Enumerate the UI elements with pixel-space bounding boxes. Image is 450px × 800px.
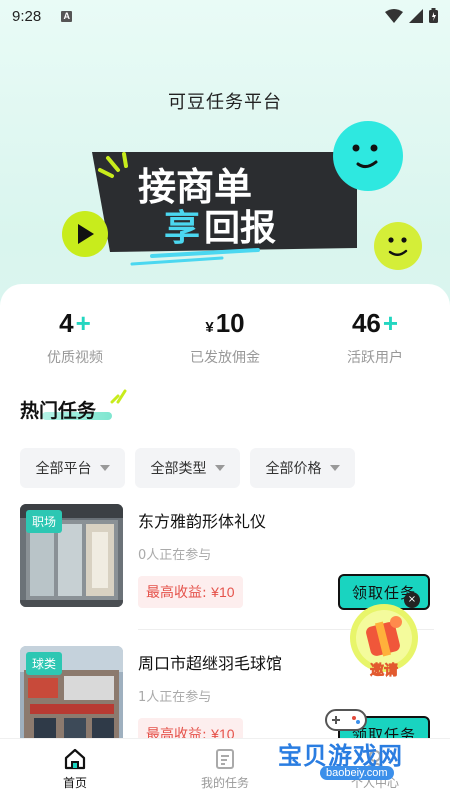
- status-icons: [385, 8, 438, 23]
- filter-type[interactable]: 全部类型: [135, 448, 240, 488]
- filter-label: 全部价格: [265, 461, 322, 477]
- plus-icon: +: [75, 308, 91, 338]
- filter-price[interactable]: 全部价格: [250, 448, 355, 488]
- stat-value: 4 +: [59, 308, 91, 339]
- lime-smiley-icon: [374, 222, 422, 270]
- caret-down-icon: [214, 465, 225, 471]
- currency-symbol: ¥: [205, 319, 214, 336]
- banner-line2-b: 回报: [204, 208, 276, 249]
- task-earnings: 最高收益: ¥10: [138, 576, 243, 608]
- stat-value-number: 10: [215, 308, 245, 338]
- caret-down-icon: [99, 465, 110, 471]
- task-thumbnail: 球类: [20, 646, 123, 749]
- stat-value: 46 +: [352, 308, 398, 339]
- stat-label: 活跃用户: [347, 350, 403, 366]
- promo-banner: 接商单 享 回报: [62, 118, 422, 283]
- nav-label: 首页: [62, 776, 87, 790]
- section-title: 热门任务: [20, 400, 97, 422]
- task-thumbnail: 职场: [20, 504, 123, 607]
- banner-line2-a: 享: [164, 208, 200, 249]
- task-participants: 1人正在参与: [138, 690, 212, 705]
- task-name: 周口市超继羽毛球馆: [138, 654, 283, 673]
- stat-label: 优质视频: [47, 350, 103, 366]
- signal-icon: [409, 8, 423, 23]
- plus-icon: +: [382, 308, 399, 338]
- invite-float-button[interactable]: × 邀请: [348, 592, 420, 680]
- cyan-smiley-icon: [333, 121, 403, 191]
- home-icon: [64, 748, 86, 770]
- earn-amount: ¥10: [211, 584, 235, 600]
- task-tag: 球类: [26, 652, 63, 675]
- stat-videos: 4 + 优质视频: [0, 308, 150, 367]
- task-name: 东方雅韵形体礼仪: [138, 512, 267, 531]
- earn-label: 最高收益:: [146, 585, 207, 601]
- filter-label: 全部平台: [35, 461, 92, 477]
- nav-label: 我的任务: [200, 776, 249, 790]
- notification-icon: A: [61, 10, 73, 22]
- task-participants: 0人正在参与: [138, 548, 212, 563]
- sparkle-icon: [110, 389, 127, 404]
- caret-down-icon: [329, 465, 340, 471]
- filter-label: 全部类型: [150, 461, 207, 477]
- banner-line1: 接商单: [138, 165, 252, 209]
- status-bar: 9:28 A: [0, 0, 450, 32]
- filter-platform[interactable]: 全部平台: [20, 448, 125, 488]
- gamepad-icon: [325, 709, 367, 731]
- watermark: 宝贝游戏网 baobeiy.com: [272, 709, 432, 792]
- stats-row: 4 + 优质视频 ¥ 10 已发放佣金 46 + 活跃用户: [0, 308, 450, 367]
- filter-bar: 全部平台 全部类型 全部价格: [20, 448, 355, 488]
- stat-commission: ¥ 10 已发放佣金: [150, 308, 300, 367]
- page-title: 可豆任务平台: [168, 92, 282, 113]
- task-list-icon: [216, 749, 234, 769]
- close-icon[interactable]: ×: [404, 592, 420, 608]
- watermark-url: baobeiy.com: [320, 766, 394, 780]
- stat-value: ¥ 10: [205, 308, 244, 339]
- task-tag: 职场: [26, 510, 63, 533]
- stat-label: 已发放佣金: [190, 350, 260, 366]
- wifi-icon: [385, 8, 403, 23]
- banner-graphic: 接商单 享 回报: [62, 121, 422, 270]
- status-time: 9:28: [12, 7, 42, 25]
- invite-label: 邀请: [370, 663, 399, 680]
- stat-value-number: 46: [351, 308, 381, 338]
- battery-icon: [429, 8, 438, 23]
- stat-value-number: 4: [59, 308, 74, 338]
- nav-home[interactable]: 首页: [0, 739, 150, 800]
- stat-users: 46 + 活跃用户: [300, 308, 450, 367]
